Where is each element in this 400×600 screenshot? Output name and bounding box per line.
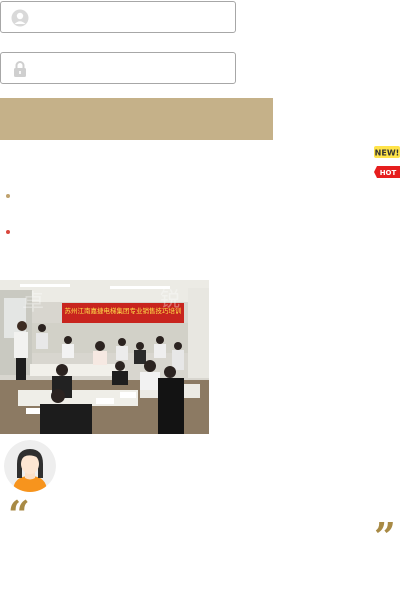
svg-text:HOT: HOT [380,169,397,177]
username-field[interactable] [0,1,236,33]
new-badge-icon: NEW! [374,146,400,158]
svg-text:锐: 锐 [160,287,180,311]
quote-close-icon: ” [374,514,396,559]
hot-badge-icon: HOT [374,166,400,178]
login-button[interactable] [0,98,273,140]
lock-icon [14,61,26,77]
svg-text:NEW!: NEW! [375,149,400,158]
svg-text:卓: 卓 [22,291,44,316]
password-input[interactable] [37,57,231,81]
list-bullet [6,194,10,198]
list-bullet [6,230,10,234]
password-field[interactable] [0,52,236,84]
avatar-icon [4,440,56,492]
user-icon [11,9,29,27]
quote-open-icon: “ [8,492,30,537]
username-input[interactable] [37,6,231,30]
training-photo[interactable]: 苏州江南嘉捷电梯集团专业销售技巧培训 卓 锐 [0,280,209,434]
